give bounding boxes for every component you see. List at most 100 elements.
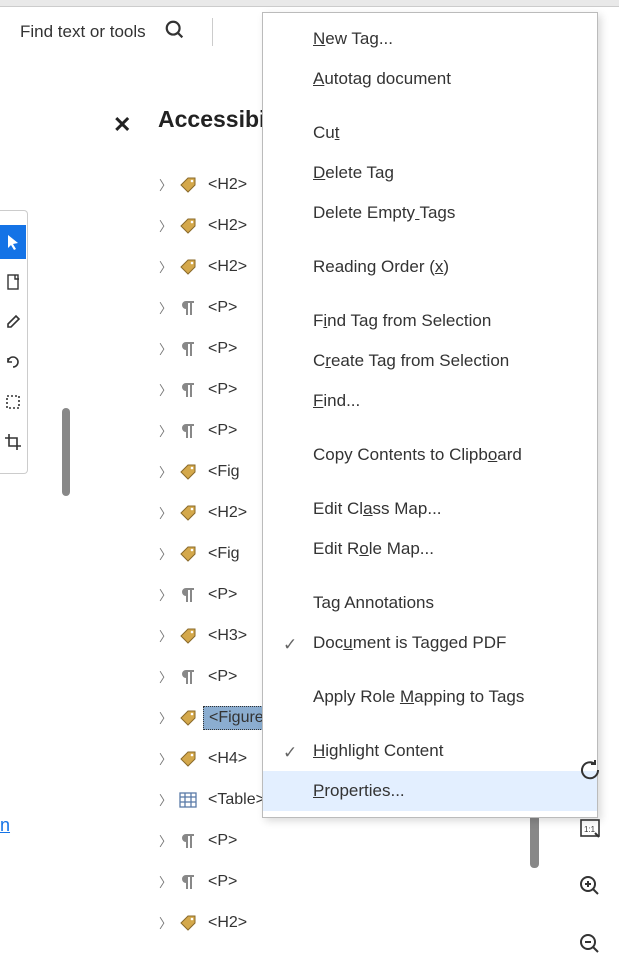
tag-label: <P> [203,379,242,401]
link-fragment[interactable]: n [0,815,10,836]
tag-row[interactable]: 〉<P> [159,820,439,861]
chevron-right-icon[interactable]: 〉 [159,380,173,399]
tag-label: <P> [203,420,242,442]
chevron-right-icon[interactable]: 〉 [159,626,173,645]
menu-item[interactable]: Tag Annotations [263,583,597,623]
page-tool[interactable] [0,265,26,299]
menu-item[interactable]: Edit Role Map... [263,529,597,569]
menu-item[interactable]: Find Tag from Selection [263,301,597,341]
tag-label: <P> [203,297,242,319]
tag-icon [179,709,197,727]
paragraph-icon [179,586,197,604]
chevron-right-icon[interactable]: 〉 [159,544,173,563]
chevron-right-icon[interactable]: 〉 [159,585,173,604]
left-toolstrip [0,210,28,474]
tag-icon [179,750,197,768]
actual-size-icon[interactable]: 1:1 [576,814,604,842]
chevron-right-icon[interactable]: 〉 [159,503,173,522]
tag-icon [179,627,197,645]
tag-icon [179,217,197,235]
menu-gap [263,99,597,113]
menu-item[interactable]: New Tag... [263,19,597,59]
paragraph-icon [179,832,197,850]
chevron-right-icon[interactable]: 〉 [159,175,173,194]
paragraph-icon [179,340,197,358]
tag-row[interactable]: 〉 <H2> [159,902,439,943]
chevron-right-icon[interactable]: 〉 [159,298,173,317]
menu-item[interactable]: Cut [263,113,597,153]
menu-gap [263,233,597,247]
check-icon: ✓ [283,741,297,765]
tag-label: <Fig [203,461,245,483]
tag-label: <H2> [203,502,252,524]
menu-item[interactable]: Create Tag from Selection [263,341,597,381]
context-menu: New Tag...Autotag document CutDelete TagD… [262,12,598,818]
tag-label: <P> [203,338,242,360]
paragraph-icon [179,299,197,317]
chevron-right-icon[interactable]: 〉 [159,339,173,358]
check-icon: ✓ [283,633,297,657]
menu-gap [263,717,597,731]
menu-item[interactable]: Delete Empty Tags [263,193,597,233]
chevron-right-icon[interactable]: 〉 [159,257,173,276]
menu-item[interactable]: Find... [263,381,597,421]
chevron-right-icon[interactable]: 〉 [159,749,173,768]
tag-label: <Table> [203,789,270,811]
tag-label: <P> [203,584,242,606]
chevron-right-icon[interactable]: 〉 [159,708,173,727]
tag-label: <H2> [203,174,252,196]
chevron-right-icon[interactable]: 〉 [159,872,173,891]
tag-label: <H2> [203,912,252,934]
chevron-right-icon[interactable]: 〉 [159,790,173,809]
menu-item[interactable]: Delete Tag [263,153,597,193]
menu-item[interactable]: Reading Order (x) [263,247,597,287]
close-panel-button[interactable]: ✕ [113,112,131,138]
tag-label: <H3> [203,625,252,647]
zoom-out-icon[interactable] [576,930,604,958]
paragraph-icon [179,422,197,440]
tag-label: <Fig [203,543,245,565]
chevron-right-icon[interactable]: 〉 [159,216,173,235]
marquee-tool[interactable] [0,385,26,419]
menu-item[interactable]: Autotag document [263,59,597,99]
tag-icon [179,504,197,522]
right-tools: 1:1 [576,756,604,958]
menu-item[interactable]: ✓Highlight Content [263,731,597,771]
tag-icon [179,463,197,481]
chevron-right-icon[interactable]: 〉 [159,421,173,440]
rotate-icon[interactable] [576,756,604,784]
divider [212,18,213,46]
paragraph-icon [179,668,197,686]
menu-item[interactable]: Apply Role Mapping to Tags [263,677,597,717]
search-placeholder[interactable]: Find text or tools [20,22,146,42]
tag-row[interactable]: 〉<P> [159,861,439,902]
tag-label: <P> [203,666,242,688]
panel-title: Accessibi [158,106,265,133]
svg-text:1:1: 1:1 [584,825,596,834]
paragraph-icon [179,873,197,891]
menu-item[interactable]: ✓Document is Tagged PDF [263,623,597,663]
menu-item[interactable]: Copy Contents to Clipboard [263,435,597,475]
menu-item[interactable]: Properties... [263,771,597,811]
tag-icon [179,258,197,276]
search-icon[interactable] [164,19,186,46]
chevron-right-icon[interactable]: 〉 [159,462,173,481]
chevron-right-icon[interactable]: 〉 [159,667,173,686]
table-icon [179,791,197,809]
arrow-tool[interactable] [0,225,26,259]
scrollbar[interactable] [62,408,70,496]
menu-gap [263,475,597,489]
undo-tool[interactable] [0,345,26,379]
tag-label: <H2> [203,215,252,237]
menu-gap [263,421,597,435]
zoom-in-icon[interactable] [576,872,604,900]
chevron-right-icon[interactable]: 〉 [159,913,173,932]
menu-gap [263,663,597,677]
tag-icon [179,914,197,932]
paragraph-icon [179,381,197,399]
crop-tool[interactable] [0,425,26,459]
menu-item[interactable]: Edit Class Map... [263,489,597,529]
menu-gap [263,287,597,301]
edit-tool[interactable] [0,305,26,339]
chevron-right-icon[interactable]: 〉 [159,831,173,850]
